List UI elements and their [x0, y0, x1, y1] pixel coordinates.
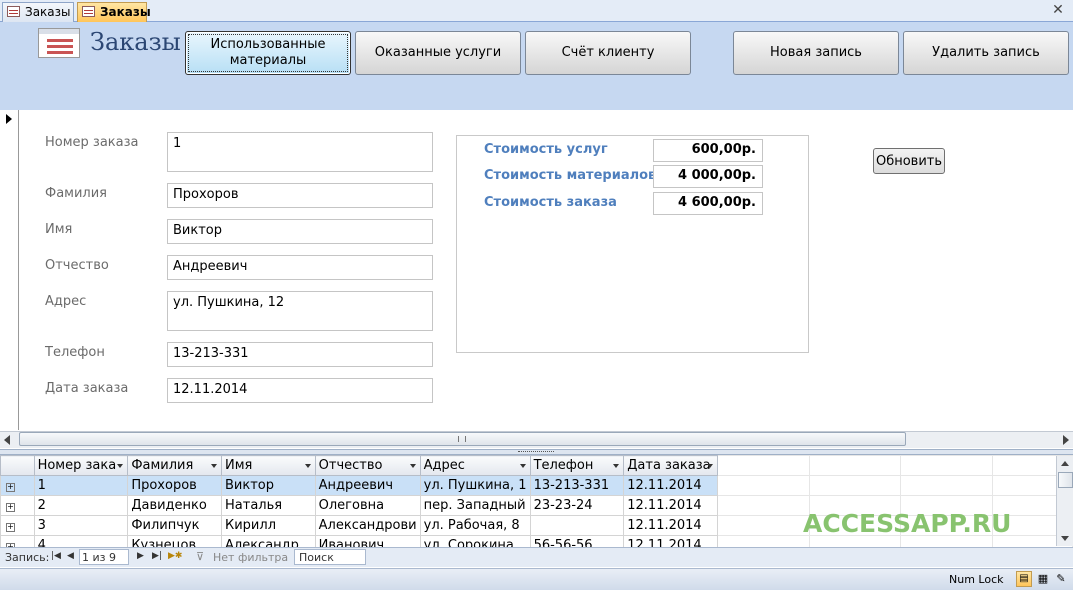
- form-icon: [82, 6, 95, 17]
- column-header-name[interactable]: Имя: [221, 455, 316, 476]
- record-selector[interactable]: [0, 110, 19, 430]
- scrollbar-thumb[interactable]: [19, 432, 906, 446]
- order-date-field[interactable]: 12.11.2014: [167, 378, 433, 403]
- column-header-order-no[interactable]: Номер зака: [33, 455, 129, 476]
- materials-cost-label: Стоимость материалов: [484, 168, 657, 183]
- order-cost-label: Стоимость заказа: [484, 195, 617, 210]
- column-header-patronymic[interactable]: Отчество: [314, 455, 421, 476]
- previous-record-icon[interactable]: ◀: [67, 551, 74, 561]
- num-lock-indicator: Num Lock: [949, 573, 1004, 586]
- column-header-order-date[interactable]: Дата заказа: [623, 455, 719, 476]
- tab-label: Заказы: [100, 5, 151, 19]
- patronymic-field[interactable]: Андреевич: [167, 255, 433, 280]
- expand-icon[interactable]: +: [6, 483, 15, 492]
- column-header-phone[interactable]: Телефон: [529, 455, 625, 476]
- first-record-icon[interactable]: |◀: [51, 551, 61, 561]
- form-view-icon[interactable]: ▤: [1016, 571, 1032, 587]
- status-bar: Num Lock ▤ ▦ ✎: [0, 568, 1073, 590]
- current-record-arrow-icon: [6, 114, 12, 124]
- page-title: Заказы: [90, 28, 181, 56]
- design-view-icon[interactable]: ✎: [1054, 571, 1068, 587]
- new-record-icon[interactable]: ▶✱: [168, 551, 182, 561]
- form-icon: [38, 28, 80, 58]
- services-cost-label: Стоимость услуг: [484, 142, 608, 157]
- last-record-icon[interactable]: ▶|: [152, 551, 162, 561]
- surname-field[interactable]: Прохоров: [167, 183, 433, 208]
- scroll-up-icon[interactable]: [1061, 461, 1069, 466]
- tab-orders-active[interactable]: Заказы: [77, 2, 151, 22]
- phone-label: Телефон: [45, 345, 105, 360]
- filter-icon[interactable]: ⊽: [196, 550, 204, 563]
- order-cost-field[interactable]: 4 600,00р.: [653, 192, 763, 215]
- address-label: Адрес: [45, 294, 87, 309]
- record-navigation-bar: Запись: |◀ ◀ 1 из 9 ▶ ▶| ▶✱ ⊽ Нет фильтр…: [0, 547, 1073, 567]
- column-header-address[interactable]: Адрес: [419, 455, 531, 476]
- select-all-corner[interactable]: [0, 455, 35, 476]
- surname-label: Фамилия: [45, 186, 107, 201]
- patronymic-label: Отчество: [45, 258, 109, 273]
- order-number-label: Номер заказа: [45, 135, 139, 150]
- record-position-input[interactable]: 1 из 9: [79, 549, 129, 565]
- scroll-down-icon[interactable]: [1061, 536, 1069, 541]
- invoice-button[interactable]: Счёт клиенту: [525, 31, 691, 75]
- vertical-scrollbar[interactable]: [1056, 456, 1073, 546]
- expand-icon[interactable]: +: [6, 503, 15, 512]
- search-input[interactable]: Поиск: [294, 549, 366, 565]
- document-tab-bar: Заказы Заказы ✕: [0, 0, 1073, 22]
- close-icon[interactable]: ✕: [1051, 2, 1065, 18]
- tab-label: Заказы: [25, 5, 71, 19]
- materials-cost-field[interactable]: 4 000,00р.: [653, 165, 763, 188]
- delete-record-button[interactable]: Удалить запись: [903, 31, 1069, 75]
- order-number-field[interactable]: 1: [167, 132, 433, 172]
- site-watermark: ACCESSAPP.RU: [803, 509, 1012, 538]
- services-button[interactable]: Оказанные услуги: [355, 31, 521, 75]
- used-materials-button[interactable]: Использованные материалы: [185, 31, 351, 75]
- name-field[interactable]: Виктор: [167, 219, 433, 244]
- scroll-left-icon[interactable]: [4, 435, 10, 445]
- column-header-surname[interactable]: Фамилия: [127, 455, 222, 476]
- order-date-label: Дата заказа: [45, 381, 129, 396]
- expand-icon[interactable]: +: [6, 523, 15, 532]
- address-field[interactable]: ул. Пушкина, 12: [167, 291, 433, 331]
- form-icon: [7, 6, 20, 17]
- scroll-right-icon[interactable]: [1063, 435, 1069, 445]
- services-cost-field[interactable]: 600,00р.: [653, 139, 763, 162]
- datasheet-view-icon[interactable]: ▦: [1036, 571, 1050, 587]
- next-record-icon[interactable]: ▶: [137, 551, 144, 561]
- refresh-button[interactable]: Обновить: [873, 148, 945, 174]
- new-record-button[interactable]: Новая запись: [733, 31, 899, 75]
- filter-status[interactable]: Нет фильтра: [213, 551, 288, 564]
- record-label: Запись:: [5, 551, 50, 564]
- table-row[interactable]: + 1 Прохоров Виктор Андреевич ул. Пушкин…: [0, 475, 1073, 496]
- phone-field[interactable]: 13-213-331: [167, 342, 433, 367]
- tab-orders-1[interactable]: Заказы: [2, 2, 74, 22]
- name-label: Имя: [45, 222, 73, 237]
